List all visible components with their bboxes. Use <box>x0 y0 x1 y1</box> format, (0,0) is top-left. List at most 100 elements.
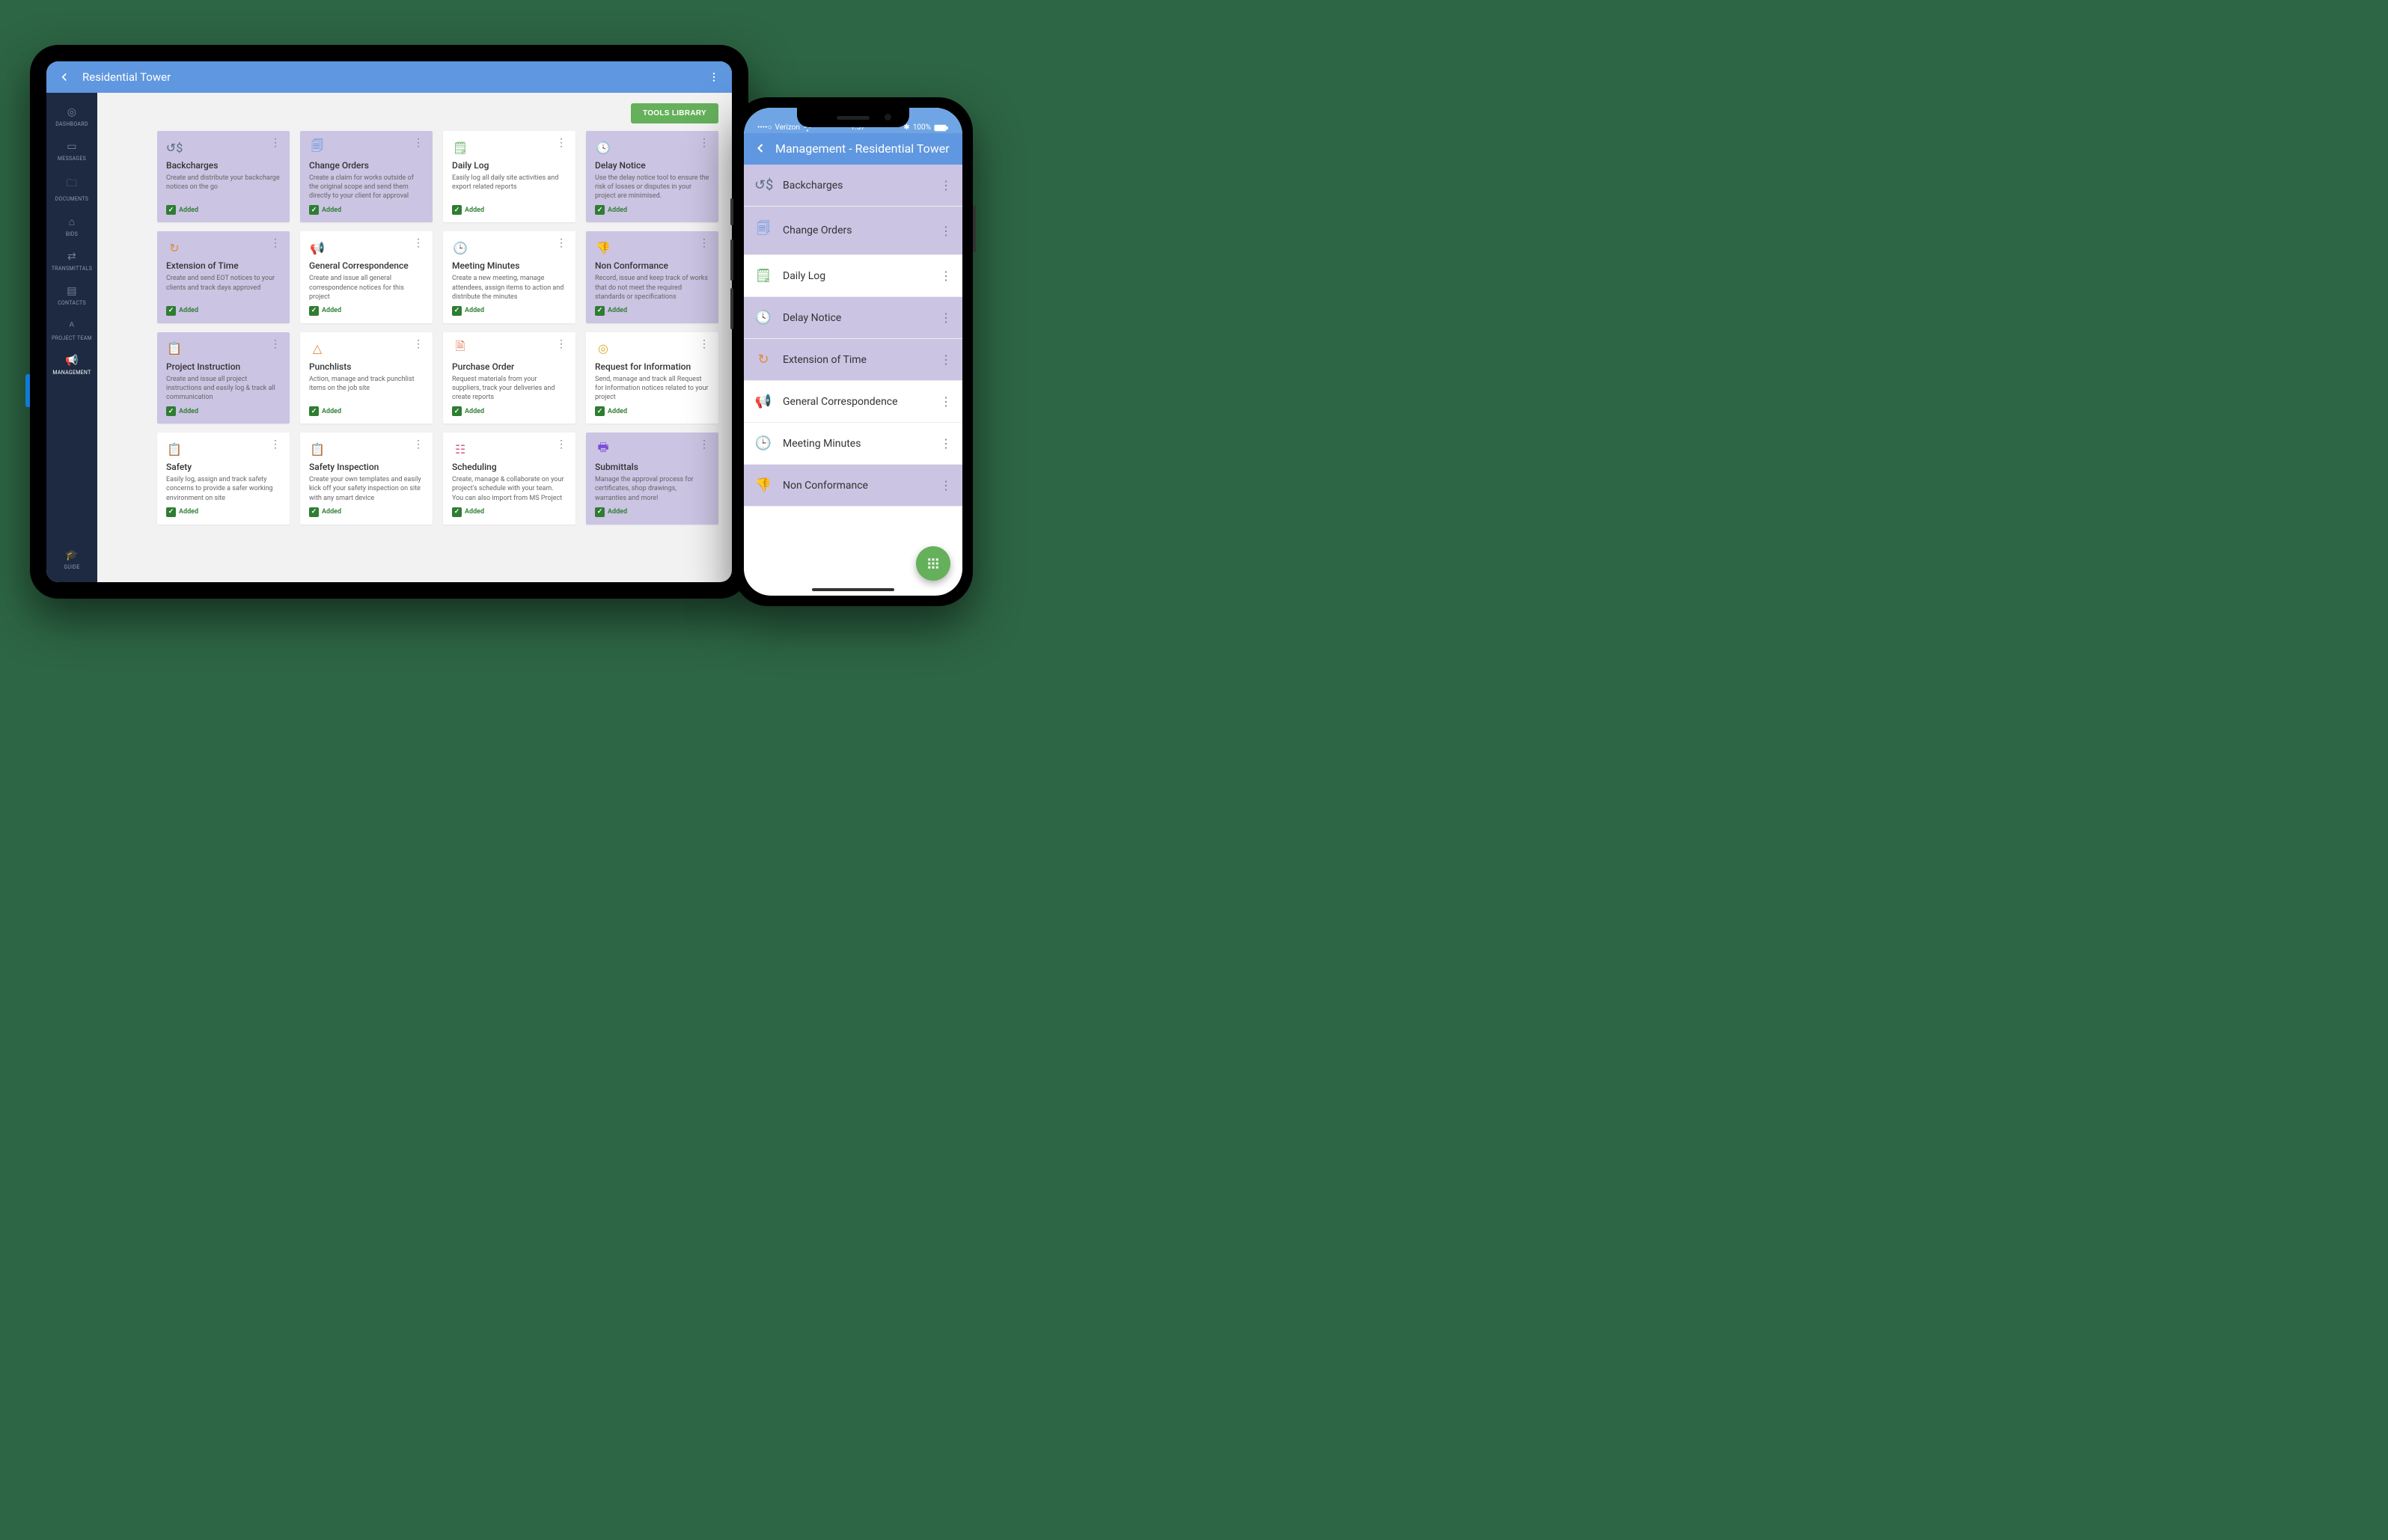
row-menu-icon[interactable]: ⋮ <box>940 352 952 367</box>
added-label: Added <box>322 207 341 214</box>
tool-card-request-for-information[interactable]: ◎⋮Request for InformationSend, manage an… <box>586 332 718 424</box>
row-menu-icon[interactable]: ⋮ <box>940 178 952 192</box>
tool-card-submittals[interactable]: 🖶⋮SubmittalsManage the approval process … <box>586 433 718 524</box>
card-menu-icon[interactable]: ⋮ <box>556 441 567 448</box>
list-item-meeting-minutes[interactable]: 🕒Meeting Minutes⋮ <box>744 423 962 465</box>
card-menu-icon[interactable]: ⋮ <box>270 239 281 247</box>
card-title: Meeting Minutes <box>452 260 567 271</box>
list-item-non-conformance[interactable]: 👎Non Conformance⋮ <box>744 465 962 507</box>
back-icon[interactable] <box>57 70 72 85</box>
tool-card-project-instruction[interactable]: 📋⋮Project InstructionCreate and issue al… <box>157 332 290 424</box>
card-title: Safety <box>166 462 281 472</box>
card-menu-icon[interactable]: ⋮ <box>270 441 281 448</box>
main-content: TOOLS LIBRARY ↺$⋮BackchargesCreate and d… <box>97 93 732 582</box>
row-label: Change Orders <box>783 224 929 236</box>
sidebar-item-messages[interactable]: ▭MESSAGES <box>50 133 94 168</box>
card-menu-icon[interactable]: ⋮ <box>270 340 281 348</box>
added-label: Added <box>465 307 484 314</box>
row-icon: 👎 <box>754 477 772 493</box>
sidebar-guide[interactable]: 🎓 GUIDE <box>64 540 79 582</box>
tool-card-scheduling[interactable]: ☷⋮SchedulingCreate, manage & collaborate… <box>443 433 575 524</box>
row-menu-icon[interactable]: ⋮ <box>940 311 952 325</box>
row-icon: ↺$ <box>754 177 772 193</box>
card-menu-icon[interactable]: ⋮ <box>556 139 567 147</box>
row-menu-icon[interactable]: ⋮ <box>940 224 952 238</box>
row-menu-icon[interactable]: ⋮ <box>940 269 952 283</box>
sidebar-label: MANAGEMENT <box>52 370 91 376</box>
sidebar-icon: ▤ <box>52 285 92 297</box>
list-item-daily-log[interactable]: 🗒Daily Log⋮ <box>744 255 962 297</box>
tools-library-button[interactable]: TOOLS LIBRARY <box>631 103 718 123</box>
sidebar-item-management[interactable]: 📢 MANAGEMENT <box>50 347 94 382</box>
tool-card-safety[interactable]: 📋⋮SafetyEasily log, assign and track saf… <box>157 433 290 524</box>
list-item-change-orders[interactable]: 🗐 Change Orders ⋮ <box>744 207 962 255</box>
card-description: Create and issue all project instruction… <box>166 375 281 402</box>
sidebar-item-contacts[interactable]: ▤CONTACTS <box>50 278 94 312</box>
sidebar-item-documents[interactable]: 🗀DOCUMENTS <box>50 168 94 208</box>
tool-card-purchase-order[interactable]: 🗎⋮Purchase OrderRequest materials from y… <box>443 332 575 424</box>
check-icon: ✓ <box>166 406 176 416</box>
list-item-general-correspondence[interactable]: 📢General Correspondence⋮ <box>744 381 962 423</box>
sidebar-item-bids[interactable]: ⌂BIDS <box>50 208 94 243</box>
tool-card-extension-of-time[interactable]: ↻⋮Extension of TimeCreate and send EOT n… <box>157 231 290 323</box>
tool-card-backcharges[interactable]: ↺$⋮BackchargesCreate and distribute your… <box>157 131 290 222</box>
row-menu-icon[interactable]: ⋮ <box>940 478 952 492</box>
sidebar-item-transmittals[interactable]: ⇄TRANSMITTALS <box>50 243 94 278</box>
card-menu-icon[interactable]: ⋮ <box>699 239 709 247</box>
card-menu-icon[interactable]: ⋮ <box>413 239 424 247</box>
tool-card-delay-notice[interactable]: 🕓⋮Delay NoticeUse the delay notice tool … <box>586 131 718 222</box>
tool-icon: △ <box>309 340 326 357</box>
header-menu-icon[interactable] <box>706 70 721 85</box>
sidebar-label: TRANSMITTALS <box>52 266 92 272</box>
card-menu-icon[interactable]: ⋮ <box>270 139 281 147</box>
row-menu-icon[interactable]: ⋮ <box>940 394 952 409</box>
card-menu-icon[interactable]: ⋮ <box>699 139 709 147</box>
card-title: Non Conformance <box>595 260 709 271</box>
sidebar: ◎DASHBOARD▭MESSAGES🗀DOCUMENTS⌂BIDS⇄TRANS… <box>46 93 97 582</box>
tool-card-daily-log[interactable]: 🗒⋮Daily LogEasily log all daily site act… <box>443 131 575 222</box>
tool-card-non-conformance[interactable]: 👎⋮Non ConformanceRecord, issue and keep … <box>586 231 718 323</box>
fab-button[interactable] <box>916 546 950 581</box>
card-title: Scheduling <box>452 462 567 472</box>
card-status: ✓Added <box>166 306 281 316</box>
sidebar-icon: 📢 <box>52 355 92 367</box>
phone-screen: ••••○ Verizon 1:57 ✱ 100% Management - R… <box>744 108 962 596</box>
check-icon: ✓ <box>309 507 319 517</box>
check-icon: ✓ <box>166 306 176 316</box>
card-description: Action, manage and track punchlist items… <box>309 375 424 402</box>
tool-card-change-orders[interactable]: 🗐⋮Change OrdersCreate a claim for works … <box>300 131 433 222</box>
home-indicator <box>812 588 894 591</box>
card-menu-icon[interactable]: ⋮ <box>699 441 709 448</box>
card-description: Manage the approval process for certific… <box>595 475 709 502</box>
added-label: Added <box>608 508 627 516</box>
sidebar-item-project-team[interactable]: ᴬPROJECT TEAM <box>50 312 94 347</box>
tool-icon: ↻ <box>166 239 183 256</box>
card-title: Safety Inspection <box>309 462 424 472</box>
card-status: ✓Added <box>309 406 424 416</box>
list-item-extension-of-time[interactable]: ↻Extension of Time⋮ <box>744 339 962 381</box>
check-icon: ✓ <box>595 306 605 316</box>
sidebar-item-dashboard[interactable]: ◎DASHBOARD <box>50 99 94 133</box>
sidebar-label: PROJECT TEAM <box>52 335 92 341</box>
card-menu-icon[interactable]: ⋮ <box>413 139 424 147</box>
card-description: Request materials from your suppliers, t… <box>452 375 567 402</box>
sidebar-icon: ◎ <box>52 106 92 118</box>
card-menu-icon[interactable]: ⋮ <box>413 441 424 448</box>
row-menu-icon[interactable]: ⋮ <box>940 436 952 450</box>
tool-card-general-correspondence[interactable]: 📢⋮General CorrespondenceCreate and issue… <box>300 231 433 323</box>
list-item-backcharges[interactable]: ↺$Backcharges⋮ <box>744 165 962 207</box>
phone-back-icon[interactable] <box>753 141 768 156</box>
tool-card-punchlists[interactable]: △⋮PunchlistsAction, manage and track pun… <box>300 332 433 424</box>
row-icon: 🗐 <box>754 219 772 242</box>
tool-icon: 🖶 <box>595 441 611 457</box>
card-menu-icon[interactable]: ⋮ <box>413 340 424 348</box>
card-status: ✓Added <box>595 205 709 215</box>
card-menu-icon[interactable]: ⋮ <box>556 340 567 348</box>
tool-card-safety-inspection[interactable]: 📋⋮Safety InspectionCreate your own templ… <box>300 433 433 524</box>
list-item-delay-notice[interactable]: 🕓Delay Notice⋮ <box>744 297 962 339</box>
phone-title: Management - Residential Tower <box>775 141 950 156</box>
card-menu-icon[interactable]: ⋮ <box>699 340 709 348</box>
tool-card-meeting-minutes[interactable]: 🕒⋮Meeting MinutesCreate a new meeting, m… <box>443 231 575 323</box>
card-menu-icon[interactable]: ⋮ <box>556 239 567 247</box>
card-title: Change Orders <box>309 160 424 171</box>
